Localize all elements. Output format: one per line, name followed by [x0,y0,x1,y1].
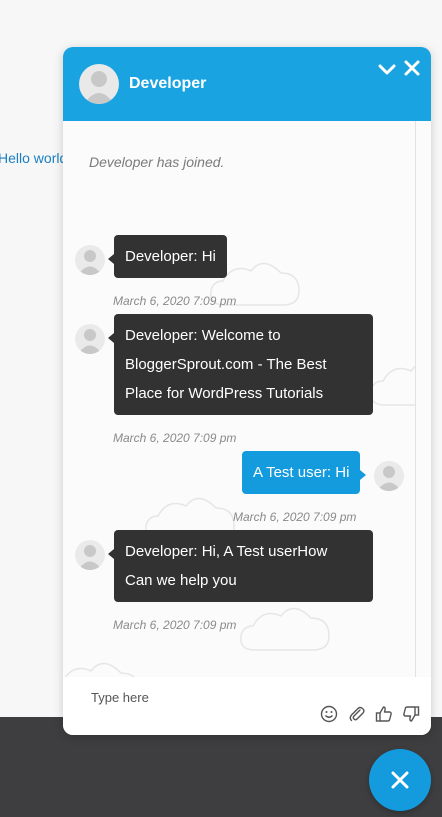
minimize-button[interactable] [376,58,398,80]
hello-world-link[interactable]: Hello world [0,150,67,166]
agent-avatar [79,64,119,104]
smiley-icon[interactable] [320,705,338,723]
user-message-bubble: A Test user: Hi [242,451,367,494]
agent-message-bubble: Developer: Hi [108,235,227,278]
message-line: Place for WordPress Tutorials [125,385,324,402]
thumbs-down-icon[interactable] [402,705,420,723]
message-input[interactable] [91,687,311,707]
message-timestamp: March 6, 2020 7:09 pm [233,510,357,524]
agent-avatar [75,540,105,570]
message-composer [63,677,431,735]
chat-header: Developer [63,47,431,121]
message-line: BloggerSprout.com - The Best [125,356,327,373]
chevron-down-icon [378,64,396,75]
message-line: A Test user: Hi [253,464,350,481]
chat-title: Developer [129,75,207,92]
chat-launcher-close-button[interactable] [369,749,431,811]
agent-avatar [75,245,105,275]
joined-notice: Developer has joined. [89,154,225,170]
thumbs-up-icon[interactable] [375,705,393,723]
close-chat-button[interactable] [401,58,423,80]
agent-message-bubble: Developer: Welcome to BloggerSprout.com … [108,314,373,415]
message-line: Can we help you [125,572,237,589]
close-icon [404,60,420,76]
paperclip-icon[interactable] [348,705,366,723]
close-icon [391,771,409,789]
message-line: Developer: Hi [125,248,216,265]
message-timestamp: March 6, 2020 7:09 pm [113,618,237,632]
user-avatar [374,461,404,491]
message-timestamp: March 6, 2020 7:09 pm [113,294,237,308]
agent-avatar [75,324,105,354]
agent-message-bubble: Developer: Hi, A Test userHow Can we hel… [108,530,373,602]
message-area[interactable]: Developer has joined. Developer: Hi Marc… [63,121,416,677]
message-line: Developer: Hi, A Test userHow [125,543,328,560]
chat-window: Developer Developer has joined. Develope… [63,47,431,735]
message-timestamp: March 6, 2020 7:09 pm [113,431,237,445]
message-line: Developer: Welcome to [125,327,281,344]
